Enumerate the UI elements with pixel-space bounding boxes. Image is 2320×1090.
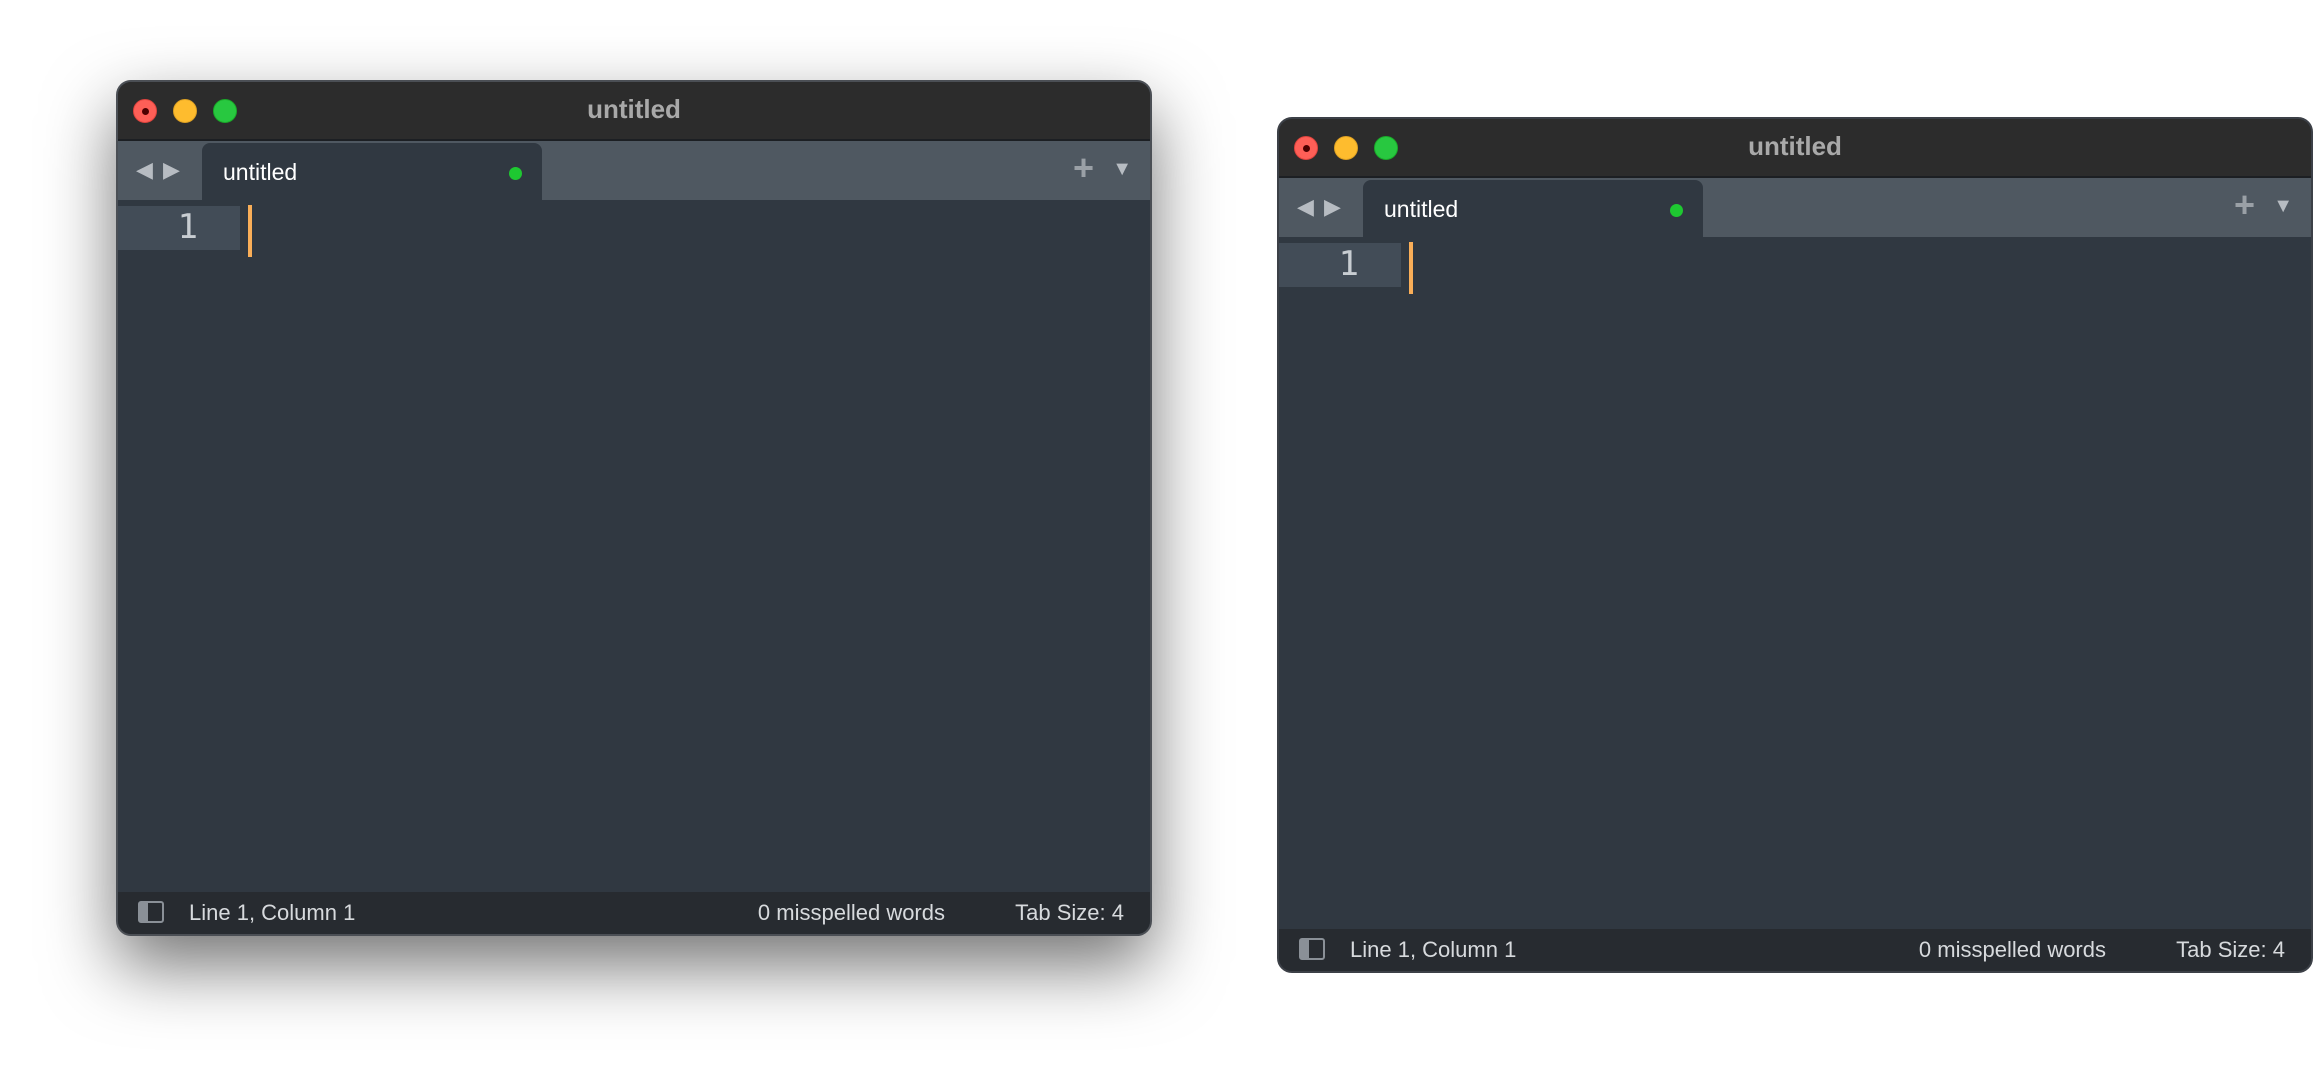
gutter-current-line: 1 <box>1279 243 1401 287</box>
text-editor-area[interactable]: 1 <box>1279 237 2311 929</box>
title-bar[interactable]: untitled <box>118 82 1150 141</box>
tab-untitled[interactable]: untitled <box>202 143 542 200</box>
tab-size-selector[interactable]: Tab Size: 4 <box>2176 937 2285 963</box>
unsaved-dot-icon[interactable] <box>1670 204 1683 217</box>
tab-label: untitled <box>1384 196 1459 222</box>
forward-arrow-icon[interactable]: ▶ <box>1324 196 1341 218</box>
editor-window-right: untitled ◀ ▶ untitled + ▼ 1 Line 1, Colu… <box>1277 117 2313 973</box>
editor-window-left: untitled ◀ ▶ untitled + ▼ 1 Line 1, Colu… <box>116 80 1152 936</box>
window-title: untitled <box>1748 131 1842 161</box>
back-arrow-icon[interactable]: ◀ <box>136 159 153 181</box>
status-bar: Line 1, Column 1 0 misspelled words Tab … <box>1279 929 2311 971</box>
spelling-status[interactable]: 0 misspelled words <box>758 900 945 926</box>
text-caret <box>1409 242 1413 294</box>
cursor-position[interactable]: Line 1, Column 1 <box>1350 937 1516 963</box>
back-arrow-icon[interactable]: ◀ <box>1297 196 1314 218</box>
text-caret <box>248 205 252 257</box>
sidebar-toggle-icon[interactable] <box>1299 938 1325 960</box>
line-number: 1 <box>1338 244 1359 284</box>
gutter-current-line: 1 <box>118 206 240 250</box>
new-tab-plus-icon[interactable]: + <box>1073 150 1094 186</box>
tab-bar: ◀ ▶ untitled + ▼ <box>1279 178 2311 237</box>
new-tab-plus-icon[interactable]: + <box>2234 187 2255 223</box>
tab-bar: ◀ ▶ untitled + ▼ <box>118 141 1150 200</box>
tab-untitled[interactable]: untitled <box>1363 180 1703 237</box>
title-bar[interactable]: untitled <box>1279 119 2311 178</box>
unsaved-dot-icon[interactable] <box>509 167 522 180</box>
text-editor-area[interactable]: 1 <box>118 200 1150 892</box>
status-bar: Line 1, Column 1 0 misspelled words Tab … <box>118 892 1150 934</box>
tab-menu-chevron-down-icon[interactable]: ▼ <box>1112 159 1132 179</box>
tab-label: untitled <box>223 159 298 185</box>
forward-arrow-icon[interactable]: ▶ <box>163 159 180 181</box>
tab-menu-chevron-down-icon[interactable]: ▼ <box>2273 196 2293 216</box>
cursor-position[interactable]: Line 1, Column 1 <box>189 900 355 926</box>
window-title: untitled <box>587 94 681 124</box>
line-number: 1 <box>177 207 198 247</box>
tab-size-selector[interactable]: Tab Size: 4 <box>1015 900 1124 926</box>
spelling-status[interactable]: 0 misspelled words <box>1919 937 2106 963</box>
sidebar-toggle-icon[interactable] <box>138 901 164 923</box>
